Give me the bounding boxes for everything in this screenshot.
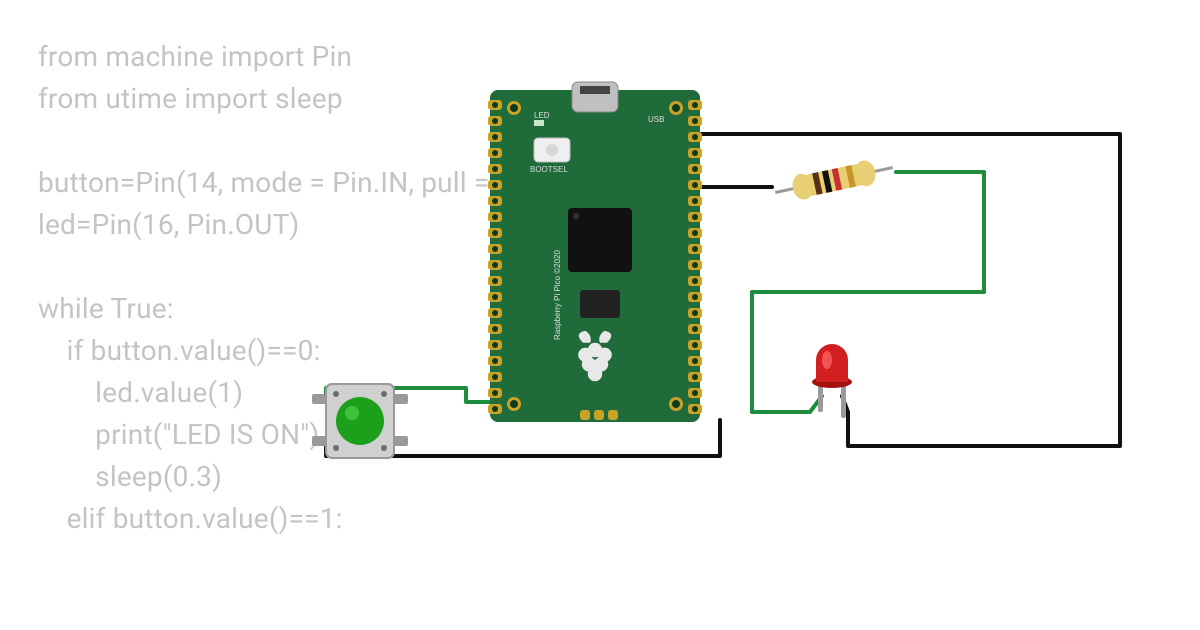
pico-bootsel-label: BOOTSEL (530, 165, 568, 174)
pushbutton-cap (336, 397, 384, 445)
pico-usb-label: USB (648, 115, 664, 124)
pushbutton (312, 384, 408, 458)
resistor (773, 155, 896, 205)
pico-led-label: LED (534, 111, 550, 120)
wire-resistor-to-led (752, 172, 984, 412)
raspberry-pi-pico: LED USB BOOTSEL Raspberry Pi Pico ©2020 (488, 82, 702, 422)
led-red (812, 344, 852, 418)
circuit-diagram: from machine import Pin from utime impor… (0, 0, 1200, 630)
pico-silk-text: Raspberry Pi Pico ©2020 (553, 250, 562, 340)
